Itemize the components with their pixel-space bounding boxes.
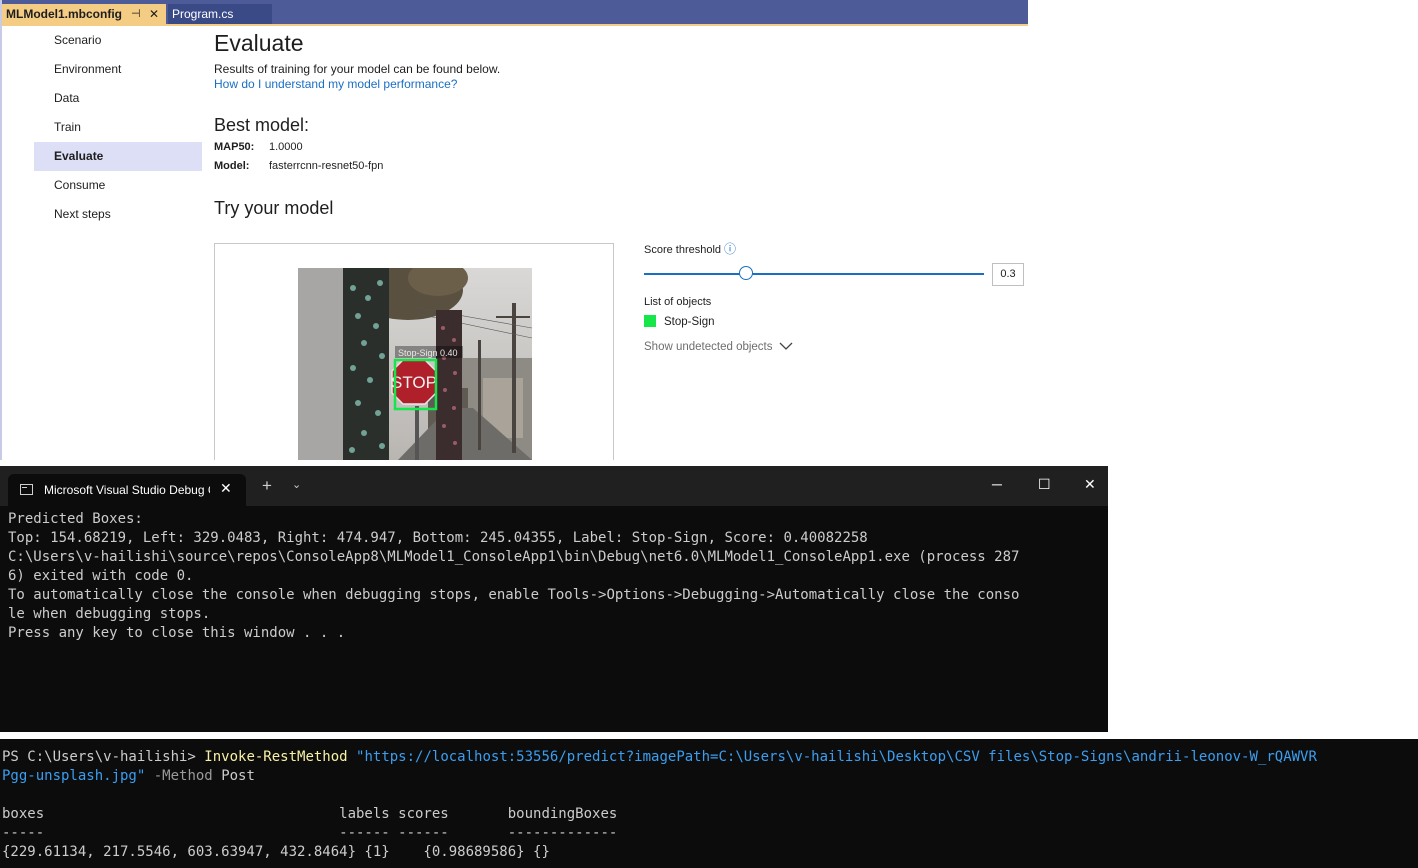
nav-item-scenario[interactable]: Scenario xyxy=(34,26,202,55)
close-icon[interactable]: ✕ xyxy=(149,4,159,24)
ps-prompt: PS C:\Users\v-hailishi> xyxy=(2,749,205,765)
command-line: PS C:\Users\v-hailishi> Invoke-RestMetho… xyxy=(2,748,1414,767)
terminal-title-bar: Microsoft Visual Studio Debug Console ✕ … xyxy=(0,466,1108,506)
close-icon[interactable]: ✕ xyxy=(220,480,232,497)
tab-program-cs[interactable]: Program.cs xyxy=(168,4,272,24)
color-swatch xyxy=(644,315,656,327)
terminal-tab-title: Microsoft Visual Studio Debug Console xyxy=(44,483,210,497)
console-output: Predicted Boxes: Top: 154.68219, Left: 32… xyxy=(8,510,1100,643)
console-line: 6) exited with code 0. xyxy=(8,568,194,584)
console-line: le when debugging stops. xyxy=(8,606,211,622)
nav-item-next-steps[interactable]: Next steps xyxy=(34,200,202,229)
ps-param: -Method xyxy=(153,768,213,784)
stop-sign-photo: STOP Stop-Sign 0.40 xyxy=(298,268,532,460)
close-window-icon[interactable]: ✕ xyxy=(1084,476,1096,493)
wizard-nav: Scenario Environment Data Train Evaluate… xyxy=(34,26,202,229)
nav-item-train[interactable]: Train xyxy=(34,113,202,142)
best-model-heading: Best model: xyxy=(214,115,310,135)
console-line: Press any key to close this window . . . xyxy=(8,625,346,641)
nav-item-evaluate[interactable]: Evaluate xyxy=(34,142,202,171)
metric-label: Model: xyxy=(214,160,250,172)
metric-value: 1.0000 xyxy=(269,141,303,153)
tab-mlmodel-mbconfig[interactable]: MLModel1.mbconfig ⊣ ✕ xyxy=(2,4,166,24)
debug-console-window: Microsoft Visual Studio Debug Console ✕ … xyxy=(0,466,1108,732)
chevron-down-icon[interactable]: ⌄ xyxy=(292,478,301,491)
console-line: Top: 154.68219, Left: 329.0483, Right: 4… xyxy=(8,530,868,546)
metric-label: MAP50: xyxy=(214,141,255,153)
list-of-objects-label: List of objects xyxy=(644,296,712,308)
object-item-stop-sign: Stop-Sign xyxy=(644,315,715,328)
page-title: Evaluate xyxy=(214,30,304,56)
metric-model: Model: fasterrcnn-resnet50-fpn xyxy=(214,160,383,172)
table-row: {229.61134, 217.5546, 603.63947, 432.846… xyxy=(2,844,550,860)
slider-thumb[interactable] xyxy=(739,266,753,280)
nav-item-consume[interactable]: Consume xyxy=(34,171,202,200)
show-undetected-toggle[interactable]: Show undetected objects xyxy=(644,341,793,353)
metric-value: fasterrcnn-resnet50-fpn xyxy=(269,160,384,172)
mbconfig-editor: MLModel1.mbconfig ⊣ ✕ Program.cs Scenari… xyxy=(0,0,1028,460)
score-threshold-label: Score threshold ⓘ xyxy=(644,240,736,257)
ps-url-cont: Pgg-unsplash.jpg" xyxy=(2,768,146,784)
metric-map50: MAP50: 1.0000 xyxy=(214,141,303,153)
threshold-input[interactable]: 0.3 xyxy=(992,263,1024,286)
nav-item-data[interactable]: Data xyxy=(34,84,202,113)
powershell-output: PS C:\Users\v-hailishi> Invoke-RestMetho… xyxy=(2,748,1414,862)
chevron-down-icon xyxy=(779,341,793,353)
terminal-tab[interactable]: Microsoft Visual Studio Debug Console ✕ xyxy=(8,474,246,506)
info-icon[interactable]: ⓘ xyxy=(724,242,736,256)
page-subtitle: Results of training for your model can b… xyxy=(214,62,501,76)
detection-label: Stop-Sign 0.40 xyxy=(398,348,458,358)
console-line: C:\Users\v-hailishi\source\repos\Console… xyxy=(8,549,1020,565)
object-name: Stop-Sign xyxy=(664,316,715,328)
score-threshold-text: Score threshold xyxy=(644,244,722,256)
powershell-panel: PS C:\Users\v-hailishi> Invoke-RestMetho… xyxy=(0,739,1418,868)
console-line: To automatically close the console when … xyxy=(8,587,1020,603)
command-line-cont: Pgg-unsplash.jpg" -Method Post xyxy=(2,767,1414,786)
image-preview-panel[interactable]: STOP Stop-Sign 0.40 xyxy=(214,243,614,460)
tab-label: Program.cs xyxy=(172,7,234,21)
ps-param-value: Post xyxy=(221,768,255,784)
ps-command: Invoke-RestMethod xyxy=(204,749,348,765)
console-icon xyxy=(20,484,33,495)
show-undetected-label: Show undetected objects xyxy=(644,341,773,353)
pin-icon[interactable]: ⊣ xyxy=(131,4,141,24)
nav-item-environment[interactable]: Environment xyxy=(34,55,202,84)
table-header: boxes labels scores boundingBoxes xyxy=(2,806,618,822)
try-model-heading: Try your model xyxy=(214,198,334,218)
stop-sign-text: STOP xyxy=(391,373,437,392)
minimize-icon[interactable]: ─ xyxy=(992,476,1002,492)
tab-label: MLModel1.mbconfig xyxy=(6,7,122,21)
new-tab-icon[interactable]: + xyxy=(262,477,272,494)
console-line: Predicted Boxes: xyxy=(8,511,143,527)
score-threshold-slider[interactable] xyxy=(644,273,984,275)
table-rule: ----- ------ ------ ------------- xyxy=(2,825,618,841)
help-link[interactable]: How do I understand my model performance… xyxy=(214,77,457,91)
document-tab-bar: MLModel1.mbconfig ⊣ ✕ Program.cs xyxy=(2,0,1028,26)
photo-graphic: STOP Stop-Sign 0.40 xyxy=(298,268,532,460)
maximize-icon[interactable]: ☐ xyxy=(1038,476,1051,493)
ps-url: "https://localhost:53556/predict?imagePa… xyxy=(356,749,1317,765)
